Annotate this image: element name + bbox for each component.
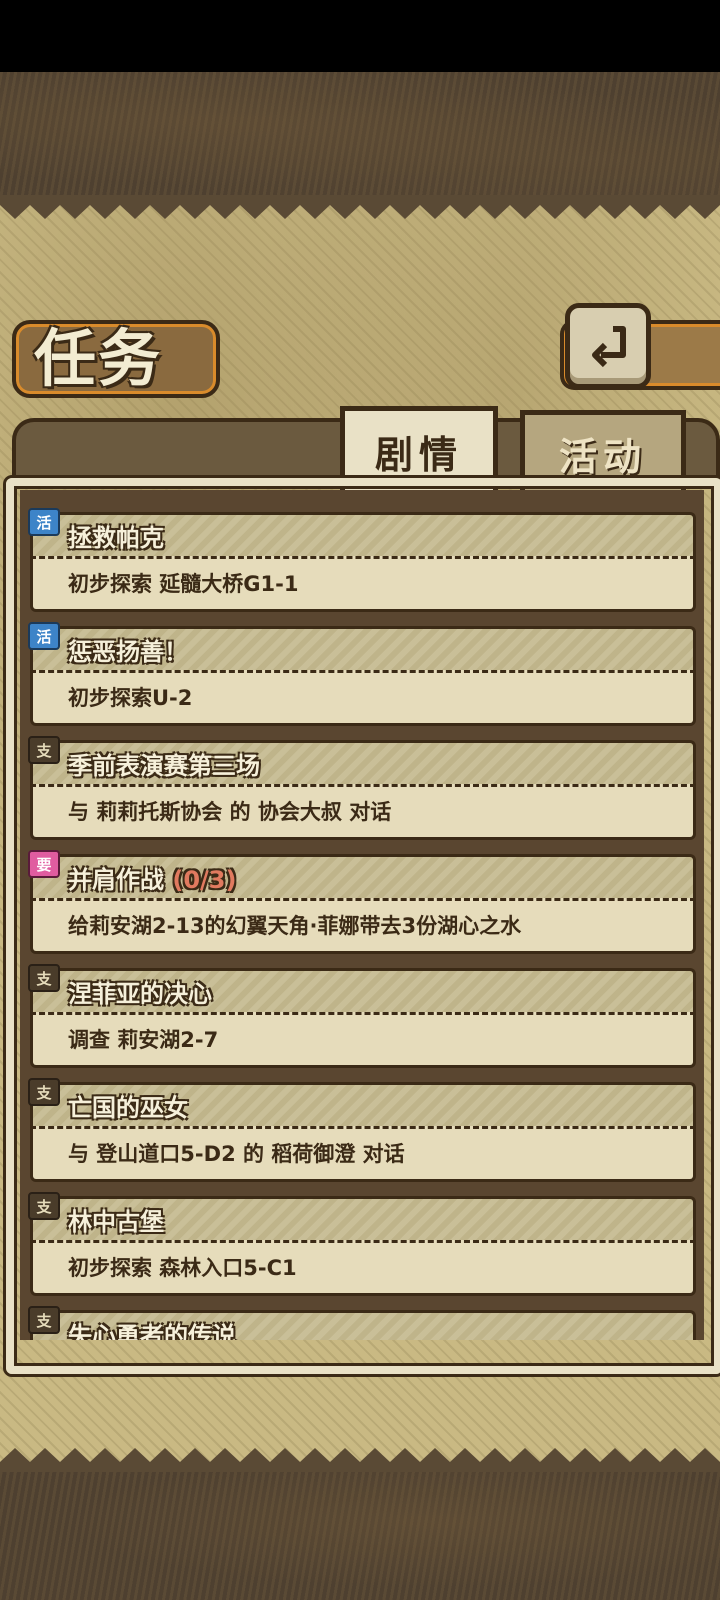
quest-progress-count: (0/3) <box>172 866 237 894</box>
quest-title: 林中古堡 <box>68 1208 164 1236</box>
quest-title: 亡国的巫女 <box>68 1094 188 1122</box>
quest-title: 拯救帕克 <box>68 524 164 552</box>
status-bar-area <box>0 0 720 72</box>
quest-type-badge: 活 <box>28 508 60 536</box>
quest-title: 季前表演赛第三场 <box>68 752 260 780</box>
quest-desc: 初步探索 延髓大桥G1-1 <box>68 572 299 596</box>
wood-background-bottom <box>0 1470 720 1600</box>
quest-desc: 给莉安湖2-13的幻翼天角·菲娜带去3份湖心之水 <box>68 914 522 938</box>
quest-desc: 调查 莉安湖2-7 <box>68 1028 219 1052</box>
quest-title: 惩恶扬善！ <box>68 638 188 666</box>
quest-type-badge: 支 <box>28 1306 60 1334</box>
quest-desc: 与 登山道口5-D2 的 稻荷御澄 对话 <box>68 1142 405 1166</box>
quest-desc: 与 莉莉托斯协会 的 协会大叔 对话 <box>68 800 392 824</box>
back-arrow-icon <box>592 326 626 368</box>
quest-item[interactable]: 支 涅菲亚的决心 调查 莉安湖2-7 <box>28 964 696 1068</box>
quest-item[interactable]: 支 失心勇者的传说 <box>28 1306 696 1340</box>
quest-type-badge: 支 <box>28 1192 60 1220</box>
wood-background-top <box>0 72 720 197</box>
quest-desc: 初步探索 森林入口5-C1 <box>68 1256 297 1280</box>
quest-type-badge: 支 <box>28 736 60 764</box>
quest-item[interactable]: 支 亡国的巫女 与 登山道口5-D2 的 稻荷御澄 对话 <box>28 1078 696 1182</box>
back-button[interactable] <box>565 303 651 389</box>
page-title: 任务 <box>34 322 163 395</box>
quest-title: 并肩作战 (0/3) <box>68 866 237 894</box>
quest-item[interactable]: 支 林中古堡 初步探索 森林入口5-C1 <box>28 1192 696 1296</box>
quest-type-badge: 活 <box>28 622 60 650</box>
quest-type-badge: 支 <box>28 964 60 992</box>
zigzag-border-bottom <box>0 1448 720 1472</box>
quest-title: 失心勇者的传说 <box>68 1322 236 1340</box>
quest-item[interactable]: 活 惩恶扬善！ 初步探索U-2 <box>28 622 696 726</box>
zigzag-border-top <box>0 195 720 219</box>
quest-type-badge: 要 <box>28 850 60 878</box>
quest-list[interactable]: 活 拯救帕克 初步探索 延髓大桥G1-1 活 惩恶扬善！ 初步探索U-2 支 季… <box>20 490 704 1340</box>
quest-item[interactable]: 活 拯救帕克 初步探索 延髓大桥G1-1 <box>28 508 696 612</box>
quest-item[interactable]: 支 季前表演赛第三场 与 莉莉托斯协会 的 协会大叔 对话 <box>28 736 696 840</box>
quest-desc: 初步探索U-2 <box>68 686 193 710</box>
quest-type-badge: 支 <box>28 1078 60 1106</box>
quest-item[interactable]: 要 并肩作战 (0/3) 给莉安湖2-13的幻翼天角·菲娜带去3份湖心之水 <box>28 850 696 954</box>
quest-title: 涅菲亚的决心 <box>68 980 212 1008</box>
